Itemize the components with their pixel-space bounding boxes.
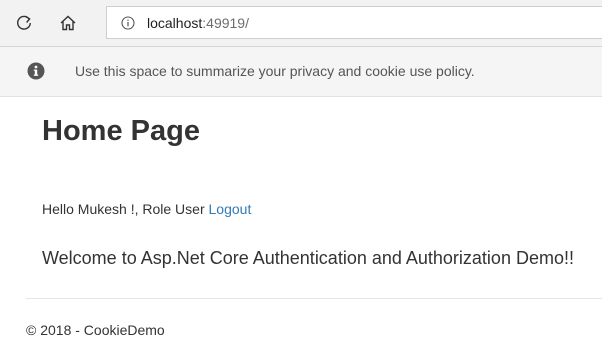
url-host: localhost (147, 15, 203, 31)
user-greeting: Hello Mukesh !, Role User Logout (42, 201, 251, 218)
footer-text: © 2018 - CookieDemo (26, 322, 165, 338)
greeting-text: Hello Mukesh !, Role User (42, 201, 205, 217)
url-port: :49919/ (202, 15, 249, 31)
url-text[interactable]: localhost:49919/ (147, 15, 249, 31)
address-bar[interactable]: localhost:49919/ (106, 6, 602, 39)
page-title: Home Page (42, 115, 200, 147)
info-circle-icon[interactable] (121, 16, 135, 30)
consent-message: Use this space to summarize your privacy… (75, 63, 475, 79)
info-sign-icon (27, 62, 45, 80)
browser-toolbar: localhost:49919/ (0, 0, 602, 47)
logout-link[interactable]: Logout (209, 201, 252, 217)
home-icon (60, 15, 76, 31)
refresh-icon (17, 15, 31, 30)
welcome-message: Welcome to Asp.Net Core Authentication a… (42, 248, 574, 268)
cookie-consent-bar: Use this space to summarize your privacy… (0, 47, 602, 97)
refresh-button[interactable] (9, 8, 39, 38)
footer-divider (26, 298, 602, 299)
home-button[interactable] (53, 8, 83, 38)
